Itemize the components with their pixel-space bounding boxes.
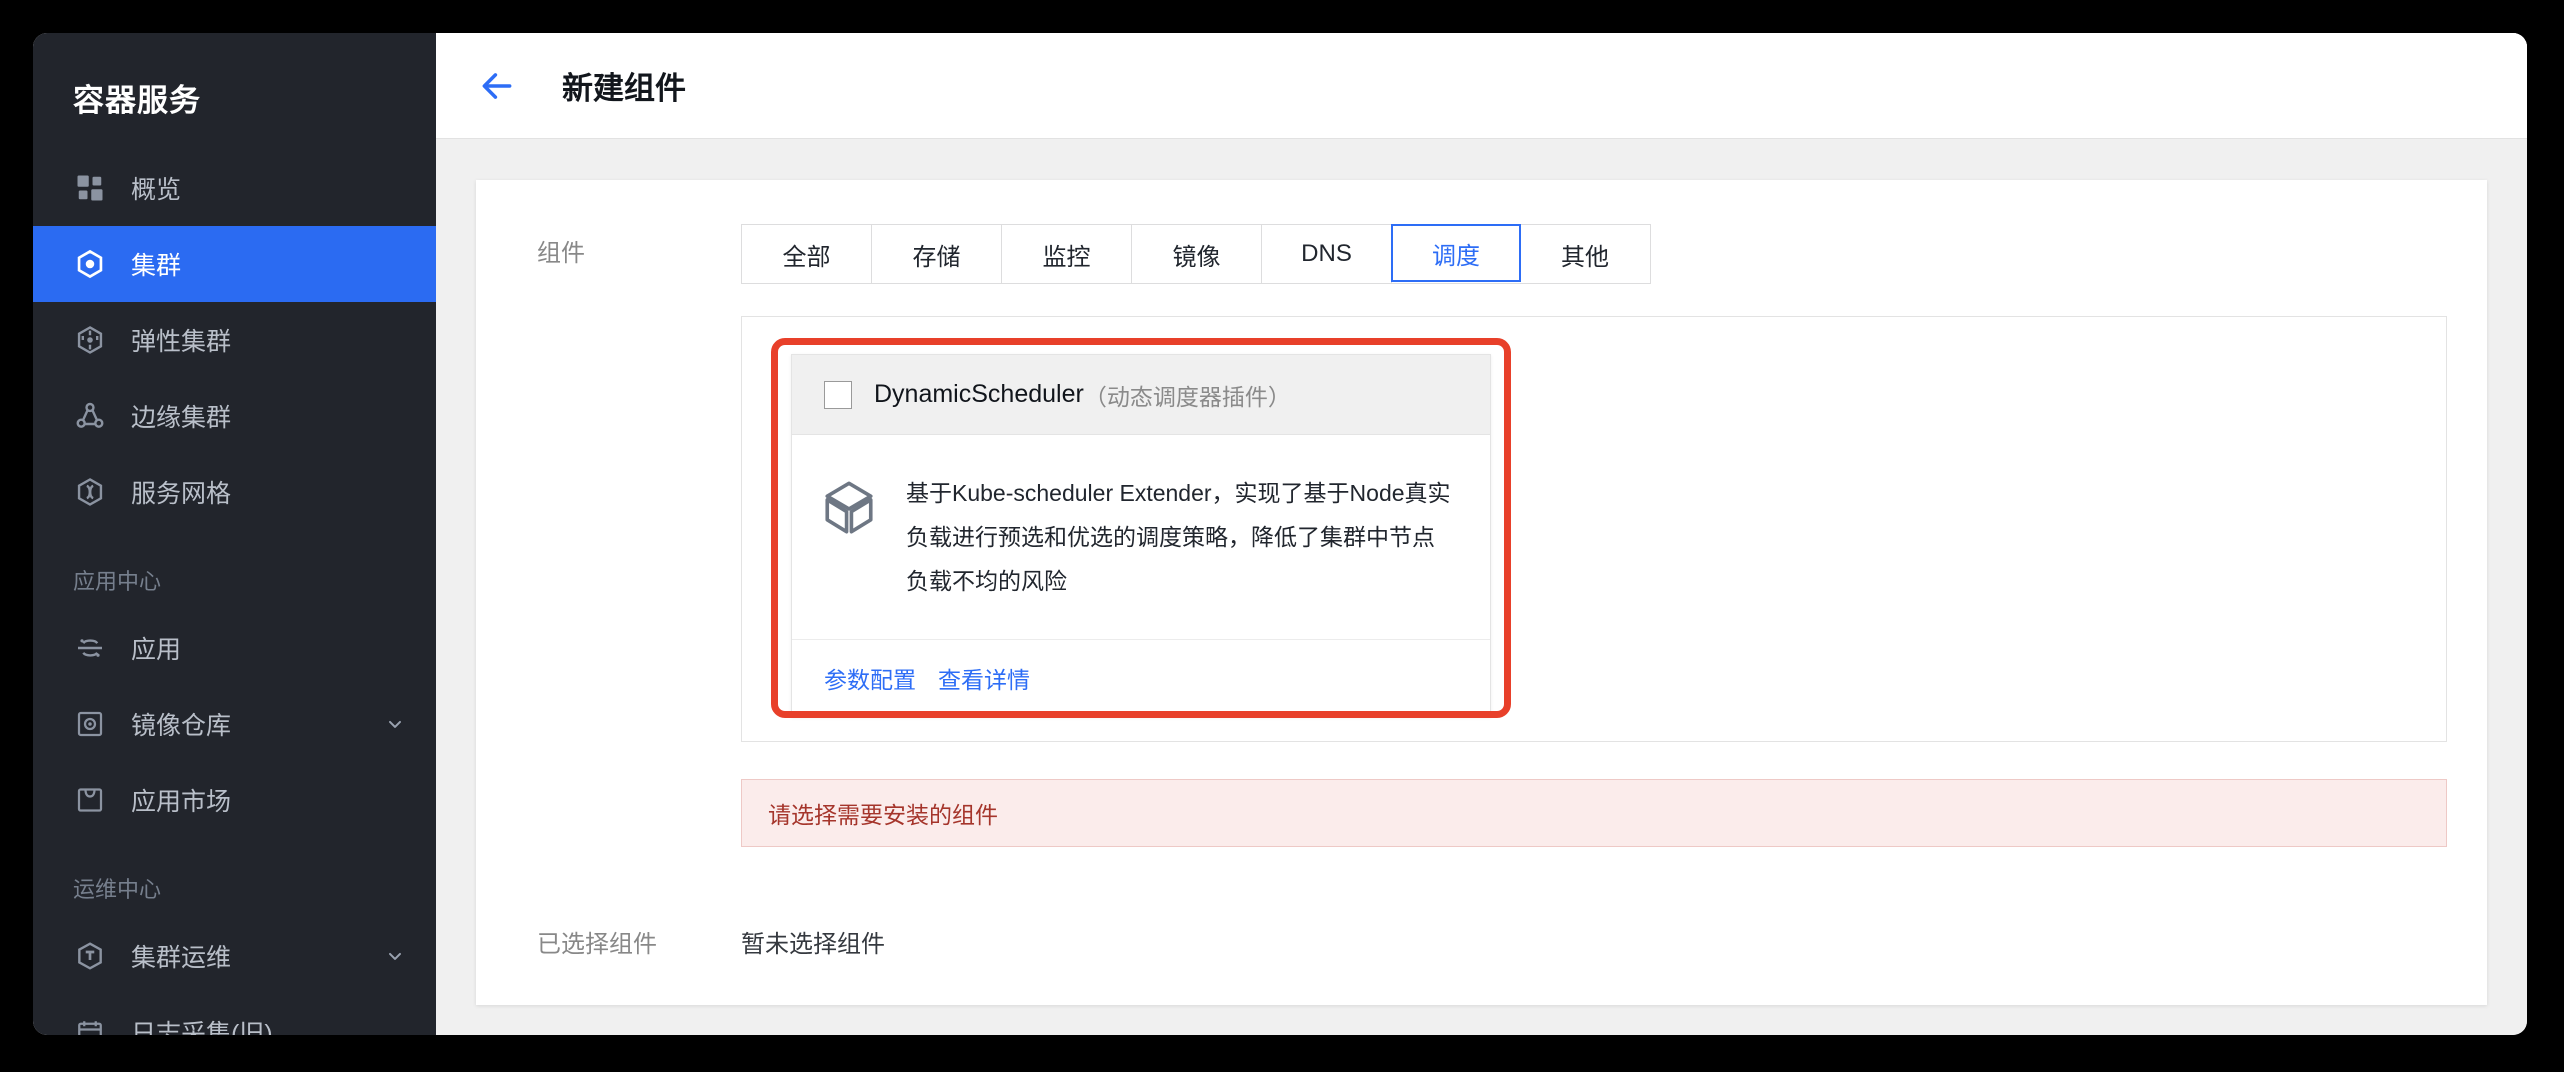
sidebar-item-label: 服务网格 xyxy=(131,480,232,508)
component-card-body: 基于Kube-scheduler Extender，实现了基于Node真实负载进… xyxy=(792,435,1490,640)
sidebar-item-label: 镜像仓库 xyxy=(131,712,232,740)
arrow-left-icon[interactable] xyxy=(476,65,518,107)
view-details-link[interactable]: 查看详情 xyxy=(938,661,1030,695)
sidebar-item-label: 日志采集(旧) xyxy=(131,1020,273,1035)
tab-scheduling[interactable]: 调度 xyxy=(1391,224,1521,282)
param-config-link[interactable]: 参数配置 xyxy=(824,661,916,695)
selected-components-row: 已选择组件 暂未选择组件 xyxy=(476,915,2487,975)
grid-icon xyxy=(73,171,107,205)
app-window: 容器服务 概览 集群 弹性集群 边缘集群 服务网格 应用中心 应用 镜像仓库 应… xyxy=(33,33,2527,1035)
component-field-label: 组件 xyxy=(537,240,585,267)
elastic-cluster-icon xyxy=(73,323,107,357)
cluster-icon xyxy=(73,247,107,281)
sidebar-item-elastic-cluster[interactable]: 弹性集群 xyxy=(33,302,436,378)
chevron-down-icon[interactable] xyxy=(384,713,406,735)
category-tabs: 全部 存储 监控 镜像 DNS 调度 其他 xyxy=(741,224,1651,284)
component-row: 组件 全部 存储 监控 镜像 DNS 调度 其他 DynamicSchedule… xyxy=(476,224,2487,742)
sidebar-item-label: 概览 xyxy=(131,176,182,204)
sidebar-item-label: 应用市场 xyxy=(131,788,232,816)
selected-field: 暂未选择组件 xyxy=(741,915,2447,975)
sidebar-item-log-collection[interactable]: 日志采集(旧) xyxy=(33,994,436,1035)
sidebar-item-label: 弹性集群 xyxy=(131,328,232,356)
component-checkbox[interactable] xyxy=(824,380,852,409)
sidebar-item-image-registry[interactable]: 镜像仓库 xyxy=(33,686,436,762)
sidebar-item-edge-cluster[interactable]: 边缘集群 xyxy=(33,378,436,454)
sidebar-item-label: 集群 xyxy=(131,252,182,280)
sidebar-item-application[interactable]: 应用 xyxy=(33,610,436,686)
brand-title: 容器服务 xyxy=(73,83,201,118)
cube-box-icon xyxy=(818,477,880,539)
sidebar-item-app-market[interactable]: 应用市场 xyxy=(33,762,436,838)
sidebar-item-label: 集群运维 xyxy=(131,944,232,972)
sidebar-item-service-mesh[interactable]: 服务网格 xyxy=(33,454,436,530)
content-area: 组件 全部 存储 监控 镜像 DNS 调度 其他 DynamicSchedule… xyxy=(436,139,2527,1035)
sidebar-item-overview[interactable]: 概览 xyxy=(33,150,436,226)
sidebar-item-label: 应用 xyxy=(131,636,182,664)
component-list-container: DynamicScheduler （动态调度器插件） 基于Kube-schedu… xyxy=(741,316,2447,742)
chevron-down-icon[interactable] xyxy=(384,945,406,967)
tab-image[interactable]: 镜像 xyxy=(1132,225,1262,283)
form-panel: 组件 全部 存储 监控 镜像 DNS 调度 其他 DynamicSchedule… xyxy=(476,180,2487,1005)
sidebar-item-cluster-ops[interactable]: 集群运维 xyxy=(33,918,436,994)
application-icon xyxy=(73,631,107,665)
error-banner: 请选择需要安装的组件 xyxy=(741,779,2447,847)
tab-dns[interactable]: DNS xyxy=(1262,225,1392,283)
selected-components-value: 暂未选择组件 xyxy=(741,931,885,958)
sidebar: 容器服务 概览 集群 弹性集群 边缘集群 服务网格 应用中心 应用 镜像仓库 应… xyxy=(33,33,436,1035)
page-title: 新建组件 xyxy=(562,71,686,106)
sidebar-item-label: 边缘集群 xyxy=(131,404,232,432)
cluster-ops-icon xyxy=(73,939,107,973)
tab-all[interactable]: 全部 xyxy=(742,225,872,283)
sidebar-item-cluster[interactable]: 集群 xyxy=(33,226,436,302)
page-header: 新建组件 xyxy=(436,33,2527,139)
component-name-cn: （动态调度器插件） xyxy=(1083,383,1291,410)
main-content: 新建组件 组件 全部 存储 监控 镜像 DNS 调度 其他 DynamicSch… xyxy=(436,33,2527,1035)
tab-other[interactable]: 其他 xyxy=(1520,225,1650,283)
component-description: 基于Kube-scheduler Extender，实现了基于Node真实负载进… xyxy=(906,480,1451,594)
tab-monitoring[interactable]: 监控 xyxy=(1002,225,1132,283)
image-registry-icon xyxy=(73,707,107,741)
log-collection-icon xyxy=(73,1015,107,1035)
sidebar-group-ops-center: 运维中心 xyxy=(73,877,162,902)
component-card-footer: 参数配置 查看详情 xyxy=(792,640,1490,716)
component-card-dynamicscheduler[interactable]: DynamicScheduler （动态调度器插件） 基于Kube-schedu… xyxy=(791,354,1491,717)
edge-cluster-icon xyxy=(73,399,107,433)
tab-storage[interactable]: 存储 xyxy=(872,225,1002,283)
error-message: 请选择需要安装的组件 xyxy=(768,802,998,828)
service-mesh-icon xyxy=(73,475,107,509)
component-card-header: DynamicScheduler （动态调度器插件） xyxy=(792,355,1490,435)
component-name: DynamicScheduler xyxy=(874,380,1084,408)
selected-field-label: 已选择组件 xyxy=(537,931,657,958)
sidebar-group-app-center: 应用中心 xyxy=(73,569,162,594)
component-field: 全部 存储 监控 镜像 DNS 调度 其他 DynamicScheduler （… xyxy=(741,224,2447,742)
app-market-icon xyxy=(73,783,107,817)
